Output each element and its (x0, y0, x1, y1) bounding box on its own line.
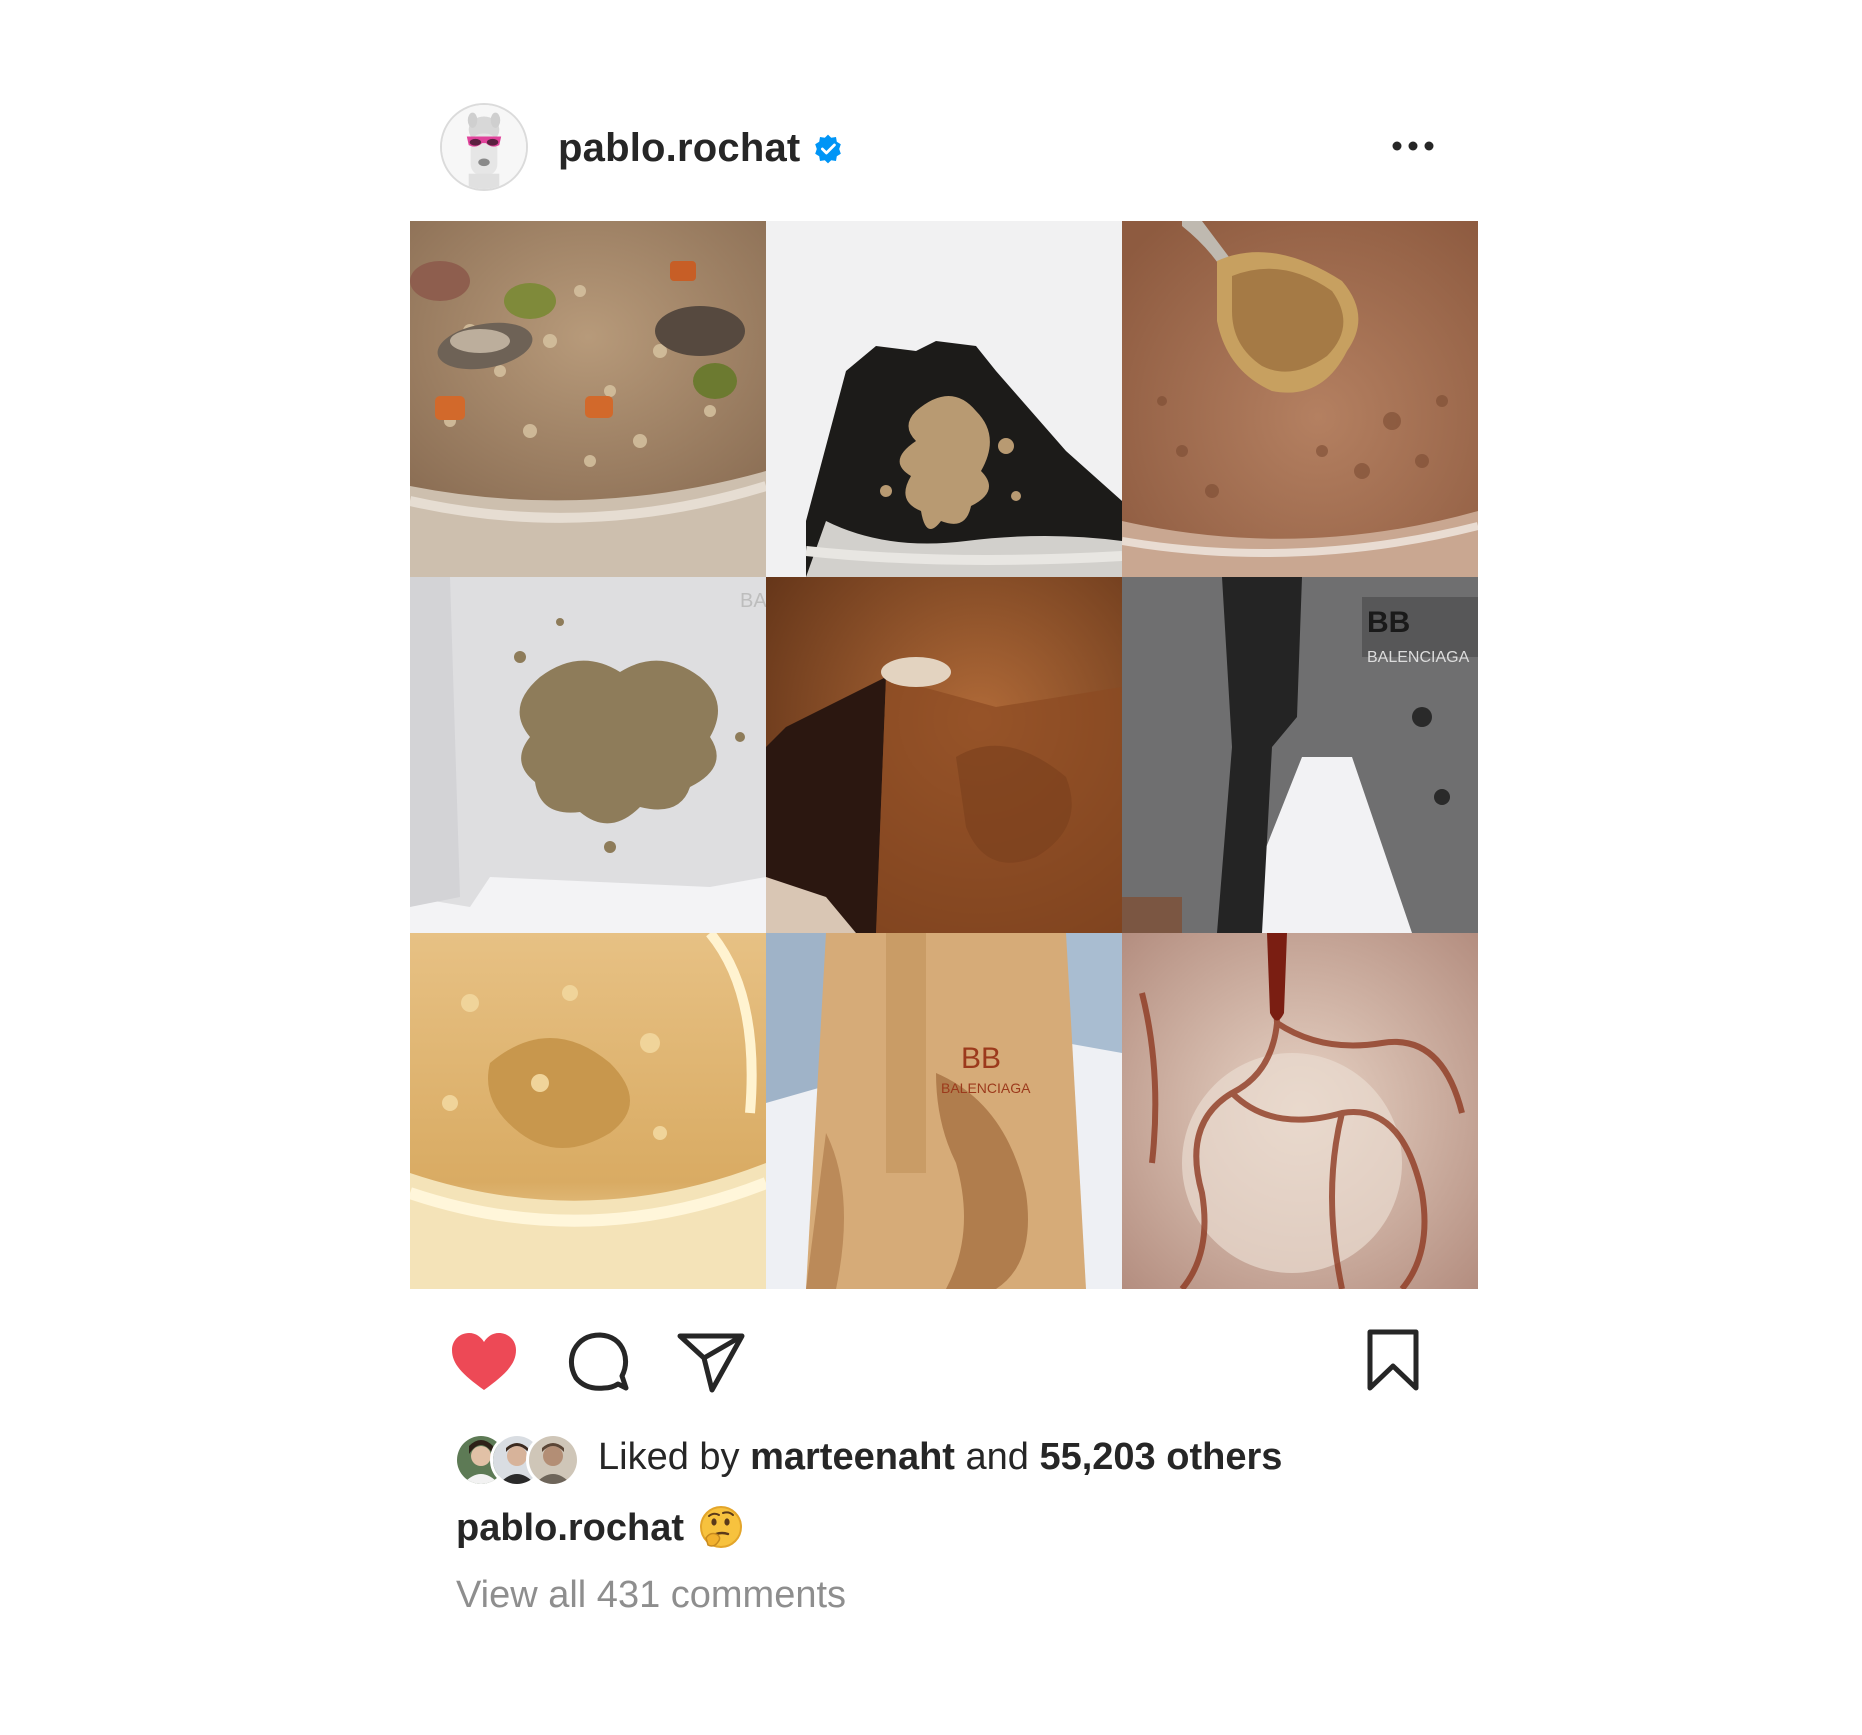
post-image-grid[interactable]: BALENCIAGA (410, 221, 1478, 1289)
alpaca-avatar-image (442, 105, 526, 189)
save-button[interactable] (1362, 1328, 1424, 1394)
chocolate-cake-image (766, 577, 1122, 933)
share-button[interactable] (676, 1330, 746, 1394)
more-options-button[interactable] (1390, 128, 1436, 164)
author-username[interactable]: pablo.rochat (558, 124, 800, 172)
liker-avatar (526, 1433, 580, 1487)
more-horizontal-icon (1392, 141, 1434, 151)
heart-icon (452, 1333, 516, 1390)
balenciaga-watermark-text: BALENCIAGA (740, 590, 766, 612)
likes-middle: and (954, 1436, 1040, 1478)
caption-username[interactable]: pablo.rochat (456, 1507, 684, 1549)
thinking-face-icon (698, 1504, 744, 1550)
bb-towel-logo-text: BB (961, 1042, 1001, 1075)
bb-logo-text: BB (1367, 606, 1410, 639)
like-button[interactable] (448, 1330, 520, 1394)
author-avatar[interactable] (440, 103, 528, 191)
verified-badge-icon (815, 134, 841, 164)
sneaker-image (766, 221, 1122, 577)
pudding-image (1122, 221, 1478, 577)
likes-prefix: Liked by (598, 1436, 751, 1478)
soup-image (410, 221, 766, 577)
instagram-post: pablo.rochat BA BB BALENCIAGA BB BALENCI… (0, 0, 1862, 1735)
likes-count-link[interactable]: 55,203 others (1039, 1436, 1282, 1478)
liker-avatars[interactable] (454, 1433, 584, 1487)
sweatshirt-image: BALENCIAGA (410, 577, 766, 933)
comment-button[interactable] (566, 1330, 630, 1394)
peanut-butter-image (410, 933, 766, 1289)
post-caption: pablo.rochat (456, 1503, 744, 1553)
likes-summary: Liked by marteenaht and 55,203 others (598, 1432, 1282, 1482)
balenciaga-label-text: BALENCIAGA (1367, 649, 1470, 666)
share-icon (677, 1333, 745, 1393)
latte-image (1122, 933, 1478, 1289)
comment-icon (568, 1332, 629, 1391)
bookmark-icon (1367, 1329, 1419, 1391)
towel-image: BB BALENCIAGA (766, 933, 1122, 1289)
sweatpants-image: BB BALENCIAGA (1122, 577, 1478, 933)
top-liker-username[interactable]: marteenaht (750, 1436, 955, 1478)
view-all-comments-link[interactable]: View all 431 comments (456, 1570, 846, 1620)
balenciaga-towel-text: BALENCIAGA (941, 1080, 1031, 1096)
